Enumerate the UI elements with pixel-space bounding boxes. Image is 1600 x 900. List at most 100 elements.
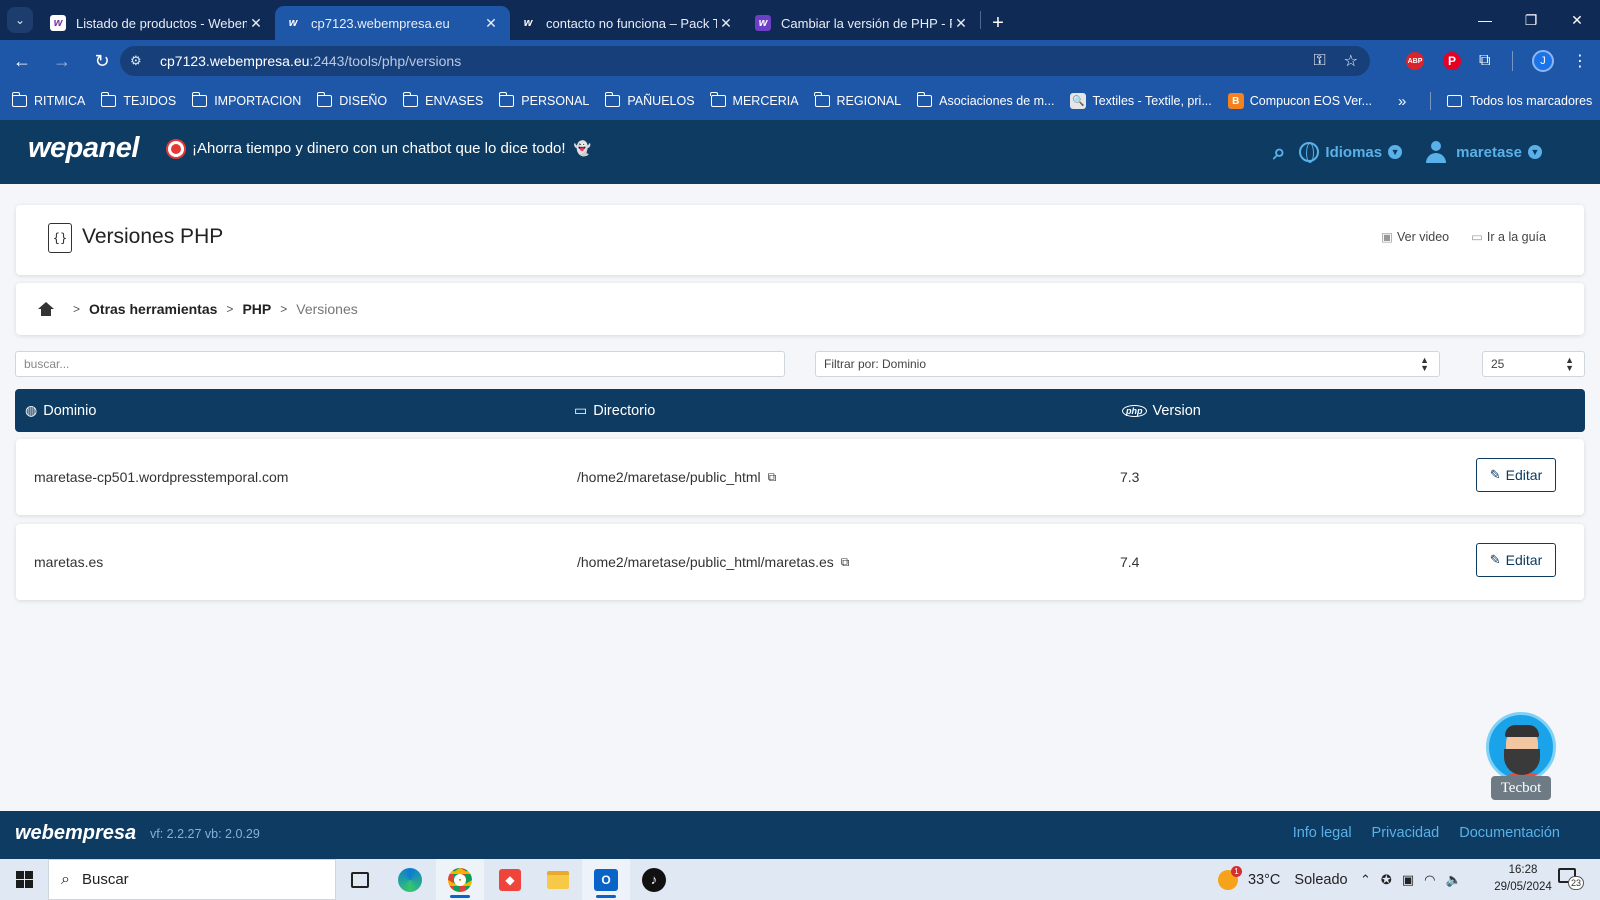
bookmark-folder[interactable]: TEJIDOS bbox=[100, 92, 176, 108]
site-info-icon[interactable]: ⚙ bbox=[130, 53, 148, 69]
task-view-button[interactable] bbox=[336, 859, 384, 900]
external-link-icon[interactable]: ⧉ bbox=[768, 470, 777, 485]
chevron-up-icon[interactable]: ⌃ bbox=[1360, 872, 1371, 888]
folder-icon bbox=[402, 92, 419, 107]
bookmark-folder[interactable]: RITMICA bbox=[11, 92, 85, 108]
adblock-extension[interactable]: ABP bbox=[1406, 40, 1424, 82]
webempresa-w-icon: w bbox=[50, 15, 66, 31]
password-key-icon[interactable]: ⚿ bbox=[1313, 52, 1325, 70]
chrome-app[interactable] bbox=[436, 859, 484, 900]
directory-cell: /home2/maretase/public_html ⧉ bbox=[577, 439, 776, 515]
edit-button[interactable]: ✎ Editar bbox=[1476, 543, 1556, 577]
home-icon[interactable] bbox=[38, 302, 54, 316]
breadcrumb-php[interactable]: PHP bbox=[242, 301, 271, 317]
legal-info-link[interactable]: Info legal bbox=[1293, 825, 1352, 841]
close-window-icon[interactable]: ✕ bbox=[1554, 0, 1600, 40]
all-bookmarks-button[interactable]: Todos los marcadores bbox=[1447, 82, 1592, 120]
weather-widget[interactable]: 1 33°C Soleado bbox=[1218, 859, 1348, 900]
browser-tab[interactable]: w Cambiar la versión de PHP - Pre ✕ bbox=[745, 6, 980, 40]
windows-start-icon[interactable] bbox=[0, 859, 48, 900]
bookmark-folder[interactable]: Asociaciones de m... bbox=[916, 92, 1054, 108]
volume-icon[interactable]: 🔈 bbox=[1445, 872, 1461, 888]
search-input[interactable]: buscar... bbox=[15, 351, 785, 377]
file-explorer-app[interactable] bbox=[534, 859, 582, 900]
promo-banner[interactable]: ¡Ahorra tiempo y dinero con un chatbot q… bbox=[168, 140, 591, 157]
extensions-icon[interactable]: ⧉ bbox=[1479, 40, 1490, 82]
blogger-site-icon: B bbox=[1227, 93, 1244, 109]
edit-button[interactable]: ✎ Editar bbox=[1476, 458, 1556, 492]
chevron-down-icon[interactable]: ▼ bbox=[1388, 145, 1403, 159]
browser-tab[interactable]: w Listado de productos - Webemp ✕ bbox=[40, 6, 275, 40]
filter-domain-select[interactable]: Filtrar por: Dominio ▲ ▼ bbox=[815, 351, 1440, 377]
watch-video-link[interactable]: ▣ Ver video bbox=[1381, 229, 1449, 244]
folder-icon bbox=[1447, 95, 1462, 107]
bookmark-site[interactable]: 🔍 Textiles - Textile, pri... bbox=[1070, 93, 1212, 109]
bookmark-folder[interactable]: ENVASES bbox=[402, 92, 483, 108]
bookmark-star-icon[interactable]: ☆ bbox=[1344, 51, 1358, 71]
url-path: :2443/tools/php/versions bbox=[309, 53, 462, 69]
security-icon[interactable]: ✪ bbox=[1381, 872, 1392, 888]
profile-button[interactable]: J bbox=[1532, 40, 1554, 82]
close-tab-icon[interactable]: ✕ bbox=[952, 15, 970, 32]
table-header: ◍ Dominio ▭ Directorio php Version bbox=[15, 389, 1585, 432]
tiktok-app[interactable]: ♪ bbox=[630, 859, 678, 900]
external-link-icon[interactable]: ⧉ bbox=[841, 555, 850, 570]
page-size-select[interactable]: 25 ▲ ▼ bbox=[1482, 351, 1585, 377]
documentation-link[interactable]: Documentación bbox=[1459, 825, 1560, 841]
forward-icon[interactable]: → bbox=[44, 43, 80, 79]
browser-tab-active[interactable]: w cp7123.webempresa.eu ✕ bbox=[275, 6, 510, 40]
meet-icon[interactable]: ▣ bbox=[1402, 872, 1414, 888]
back-icon[interactable]: ← bbox=[4, 43, 40, 79]
minimize-icon[interactable]: — bbox=[1462, 0, 1508, 40]
user-menu[interactable]: maretase bbox=[1456, 144, 1522, 161]
wepanel-w-icon: w bbox=[288, 17, 298, 29]
wifi-icon[interactable]: ◠ bbox=[1424, 872, 1435, 888]
chatbot-avatar[interactable] bbox=[1486, 712, 1556, 782]
bookmark-folder[interactable]: PERSONAL bbox=[498, 92, 590, 108]
bookmark-folder[interactable]: REGIONAL bbox=[814, 92, 901, 108]
close-tab-icon[interactable]: ✕ bbox=[717, 15, 735, 32]
bookmarks-bar: RITMICA TEJIDOS IMPORTACION DISEÑO ENVAS… bbox=[0, 82, 1600, 120]
bookmark-label: PERSONAL bbox=[521, 94, 590, 108]
more-bookmarks-icon[interactable]: » bbox=[1398, 82, 1406, 120]
chevron-down-icon[interactable]: ▼ bbox=[1528, 145, 1542, 159]
url-bar[interactable]: ⚙ cp7123.webempresa.eu:2443/tools/php/ve… bbox=[120, 46, 1370, 76]
restore-icon[interactable]: ❐ bbox=[1508, 0, 1554, 40]
bookmark-folder[interactable]: PAÑUELOS bbox=[604, 92, 695, 108]
anydesk-app[interactable]: ◆ bbox=[486, 859, 534, 900]
breadcrumb-other-tools[interactable]: Otras herramientas bbox=[89, 301, 217, 317]
all-bookmarks-label: Todos los marcadores bbox=[1470, 94, 1593, 108]
directory-text: /home2/maretase/public_html bbox=[577, 469, 761, 485]
edge-app[interactable] bbox=[386, 859, 434, 900]
bookmark-site[interactable]: B Compucon EOS Ver... bbox=[1227, 93, 1372, 109]
php-code-icon: {} bbox=[48, 223, 72, 253]
search-placeholder: buscar... bbox=[24, 357, 70, 371]
languages-menu[interactable]: Idiomas bbox=[1325, 144, 1382, 161]
bookmark-folder[interactable]: IMPORTACION bbox=[191, 92, 301, 108]
search-icon[interactable]: ⌕ bbox=[1273, 139, 1285, 165]
browser-menu-icon[interactable]: ⋮ bbox=[1572, 40, 1588, 82]
tab-search-button[interactable]: ⌄ bbox=[0, 0, 40, 40]
chatbot-label[interactable]: Tecbot bbox=[1491, 776, 1551, 800]
notifications-button[interactable]: 23 bbox=[1558, 868, 1584, 890]
close-tab-icon[interactable]: ✕ bbox=[247, 15, 265, 32]
edit-label: Editar bbox=[1505, 467, 1543, 483]
reload-icon[interactable]: ↻ bbox=[84, 43, 120, 79]
bookmark-folder[interactable]: MERCERIA bbox=[710, 92, 799, 108]
clock[interactable]: 16:28 29/05/2024 bbox=[1486, 862, 1560, 896]
pinterest-extension[interactable]: P bbox=[1443, 40, 1461, 82]
wepanel-logo[interactable]: wepanel bbox=[28, 132, 139, 165]
close-tab-icon[interactable]: ✕ bbox=[482, 15, 500, 32]
bookmark-folder[interactable]: DISEÑO bbox=[316, 92, 388, 108]
guide-link[interactable]: ▭ Ir a la guía bbox=[1471, 229, 1546, 244]
privacy-link[interactable]: Privacidad bbox=[1372, 825, 1440, 841]
footer-links: Info legal Privacidad Documentación bbox=[1293, 825, 1560, 841]
bookmark-label: DISEÑO bbox=[339, 94, 388, 108]
taskbar-search[interactable]: ⌕ Buscar bbox=[48, 859, 336, 900]
webempresa-logo[interactable]: webempresa bbox=[15, 822, 136, 845]
outlook-app[interactable]: O bbox=[582, 859, 630, 900]
new-tab-icon[interactable]: + bbox=[981, 6, 1015, 40]
version-cell: 7.3 bbox=[1120, 469, 1140, 485]
folder-icon bbox=[100, 92, 117, 107]
browser-tab[interactable]: w contacto no funciona – Pack Tie ✕ bbox=[510, 6, 745, 40]
